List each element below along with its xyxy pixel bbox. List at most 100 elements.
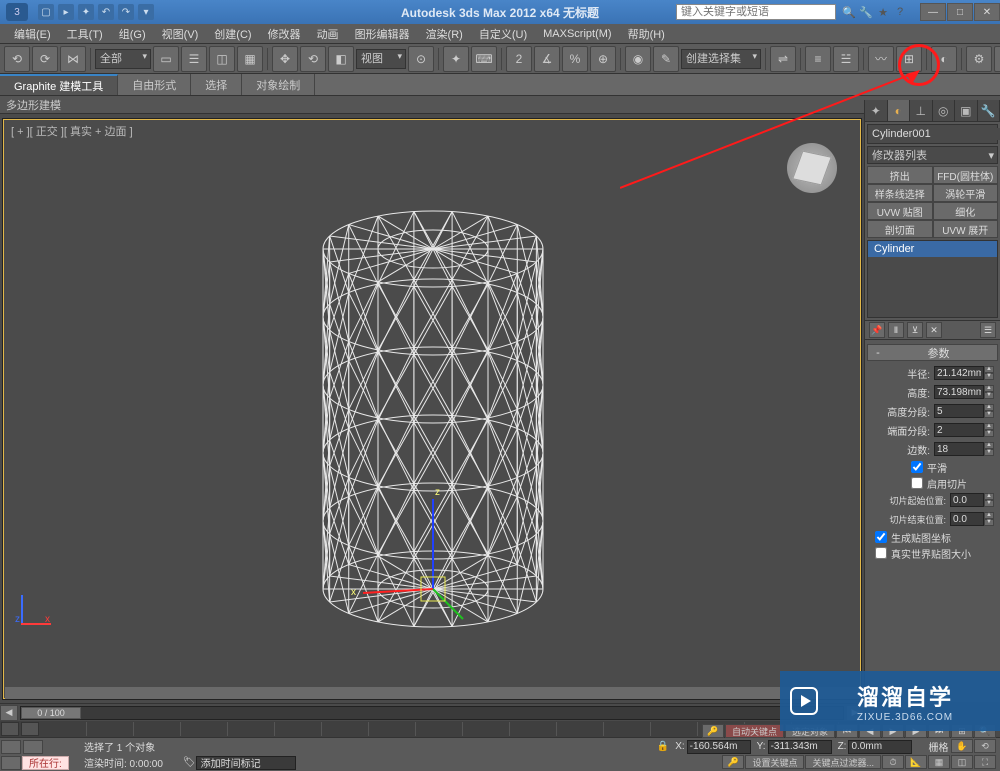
- link-icon[interactable]: ⟲: [4, 46, 30, 72]
- qat-more-icon[interactable]: ▾: [138, 4, 154, 20]
- menu-tools[interactable]: 工具(T): [59, 26, 111, 42]
- qat-open-icon[interactable]: ▸: [58, 4, 74, 20]
- schematic-icon[interactable]: ⊞: [896, 46, 922, 72]
- viewcube[interactable]: [787, 143, 837, 193]
- wrench-icon[interactable]: 🔧: [859, 5, 873, 19]
- refcoord-dropdown[interactable]: 视图: [356, 49, 406, 69]
- ribbon-tab-objectpaint[interactable]: 对象绘制: [242, 74, 315, 95]
- unique-icon[interactable]: ⊻: [907, 322, 923, 338]
- nav-maxtoggle-icon[interactable]: ⛶: [974, 755, 996, 769]
- qat-undo-icon[interactable]: ↶: [98, 4, 114, 20]
- time-tag-input[interactable]: [196, 756, 296, 770]
- mod-btn-spline[interactable]: 样条线选择: [867, 184, 933, 202]
- mod-btn-uvwmap[interactable]: UVW 贴图: [867, 202, 933, 220]
- maxscript-mini-icon[interactable]: [1, 740, 21, 754]
- show-end-icon[interactable]: Ⅱ: [888, 322, 904, 338]
- selection-filter-dropdown[interactable]: 全部: [95, 49, 151, 69]
- star-icon[interactable]: ★: [876, 5, 890, 19]
- snap-angle-icon[interactable]: ∡: [534, 46, 560, 72]
- spinner-down-icon[interactable]: ▼: [984, 392, 994, 399]
- menu-render[interactable]: 渲染(R): [418, 26, 471, 42]
- material-editor-icon[interactable]: ◐: [931, 46, 957, 72]
- mod-btn-ffd[interactable]: FFD(圆柱体): [933, 166, 999, 184]
- height-input[interactable]: [934, 385, 984, 399]
- scale-icon[interactable]: ◧: [328, 46, 354, 72]
- ribbon-tab-graphite[interactable]: Graphite 建模工具: [0, 74, 118, 95]
- named-sel-edit-icon[interactable]: ✎: [653, 46, 679, 72]
- set-key-big-icon[interactable]: 🔑: [722, 755, 744, 769]
- menu-maxscript[interactable]: MAXScript(M): [535, 28, 619, 40]
- nav-fov-icon[interactable]: 📐: [905, 755, 927, 769]
- tab-hierarchy-icon[interactable]: ⊥: [910, 100, 933, 121]
- select-name-icon[interactable]: ☰: [181, 46, 207, 72]
- close-button[interactable]: ✕: [974, 3, 1000, 21]
- manip-icon[interactable]: ✦: [443, 46, 469, 72]
- mod-btn-slice[interactable]: 剖切面: [867, 220, 933, 238]
- trackbar-filter-icon[interactable]: [21, 722, 39, 736]
- layers-icon[interactable]: ☱: [833, 46, 859, 72]
- timeslider-left-icon[interactable]: ◀: [0, 705, 18, 721]
- listener-icon[interactable]: [23, 740, 43, 754]
- mirror-icon[interactable]: ⇌: [770, 46, 796, 72]
- hseg-input[interactable]: [934, 404, 984, 418]
- spinner-up-icon[interactable]: ▲: [984, 423, 994, 430]
- help-icon[interactable]: ?: [893, 5, 907, 19]
- tab-utilities-icon[interactable]: 🔧: [978, 100, 1000, 121]
- modifier-list-dropdown[interactable]: 修改器列表: [867, 146, 998, 164]
- qat-save-icon[interactable]: ✦: [78, 4, 94, 20]
- slice-on-checkbox[interactable]: [911, 477, 923, 489]
- smooth-checkbox[interactable]: [911, 461, 923, 473]
- radius-input[interactable]: [934, 366, 984, 380]
- set-key-button[interactable]: 设置关键点: [745, 755, 804, 769]
- snap-percent-icon[interactable]: %: [562, 46, 588, 72]
- ribbon-tab-freeform[interactable]: 自由形式: [118, 74, 191, 95]
- nav-region-icon[interactable]: ◫: [951, 755, 973, 769]
- snap-spinner-icon[interactable]: ⊕: [590, 46, 616, 72]
- help-search[interactable]: [676, 4, 836, 20]
- auto-key-button[interactable]: 自动关键点: [725, 724, 784, 738]
- viewcube-face-icon[interactable]: [792, 151, 832, 186]
- sides-input[interactable]: [934, 442, 984, 456]
- cseg-input[interactable]: [934, 423, 984, 437]
- mod-btn-extrude[interactable]: 挤出: [867, 166, 933, 184]
- prompt-toggle-icon[interactable]: [1, 756, 21, 770]
- menu-group[interactable]: 组(G): [111, 26, 154, 42]
- menu-create[interactable]: 创建(C): [206, 26, 259, 42]
- configure-sets-icon[interactable]: ☰: [980, 322, 996, 338]
- curve-editor-icon[interactable]: 〰: [868, 46, 894, 72]
- timeslider-thumb[interactable]: 0 / 100: [21, 707, 81, 719]
- nav-pan-icon[interactable]: ✋: [951, 739, 973, 753]
- set-key-icon[interactable]: 🔑: [702, 724, 724, 738]
- spinner-down-icon[interactable]: ▼: [984, 411, 994, 418]
- bind-icon[interactable]: ⋈: [60, 46, 86, 72]
- prompt-field[interactable]: 所在行:: [22, 756, 69, 770]
- tab-create-icon[interactable]: ✦: [865, 100, 888, 121]
- snap-2d-icon[interactable]: 2: [506, 46, 532, 72]
- help-search-input[interactable]: [676, 4, 836, 20]
- spinner-down-icon[interactable]: ▼: [984, 449, 994, 456]
- named-sel-icon[interactable]: ◉: [625, 46, 651, 72]
- lock-selection-icon[interactable]: 🔒: [657, 741, 669, 752]
- menu-customize[interactable]: 自定义(U): [471, 26, 535, 42]
- menu-grapheditors[interactable]: 图形编辑器: [347, 26, 418, 42]
- tab-display-icon[interactable]: ▣: [955, 100, 978, 121]
- window-crossing-icon[interactable]: ▦: [237, 46, 263, 72]
- keyboard-icon[interactable]: ⌨: [471, 46, 497, 72]
- viewport[interactable]: [ + ][ 正交 ][ 真实 + 边面 ] zx: [2, 118, 862, 700]
- modifier-stack[interactable]: Cylinder: [867, 240, 998, 318]
- unlink-icon[interactable]: ⟳: [32, 46, 58, 72]
- render-frame-icon[interactable]: ▣: [994, 46, 1000, 72]
- ribbon-tab-selection[interactable]: 选择: [191, 74, 242, 95]
- align-icon[interactable]: ≡: [805, 46, 831, 72]
- pivot-icon[interactable]: ⊙: [408, 46, 434, 72]
- tab-motion-icon[interactable]: ◎: [933, 100, 956, 121]
- pin-stack-icon[interactable]: 📌: [869, 322, 885, 338]
- time-tag-icon[interactable]: 🏷: [183, 757, 196, 768]
- minimize-button[interactable]: —: [920, 3, 946, 21]
- timeslider-track[interactable]: 0 / 100: [20, 706, 844, 720]
- select-icon[interactable]: ▭: [153, 46, 179, 72]
- tab-modify-icon[interactable]: ◐: [888, 100, 911, 121]
- key-filter-button[interactable]: 关键点过滤器...: [805, 755, 881, 769]
- select-region-icon[interactable]: ◫: [209, 46, 235, 72]
- realworld-checkbox[interactable]: [875, 547, 887, 559]
